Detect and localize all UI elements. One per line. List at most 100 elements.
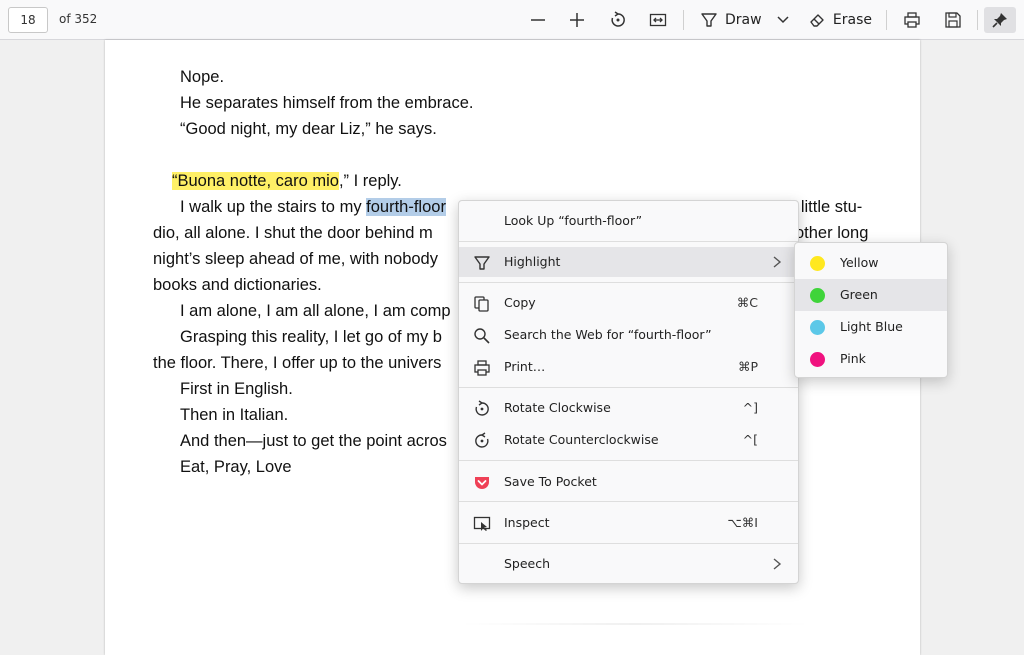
minus-icon <box>531 19 545 21</box>
menu-separator <box>459 241 798 242</box>
draw-options-button[interactable] <box>774 7 792 33</box>
search-icon <box>474 328 490 344</box>
page-count: of 352 <box>59 12 98 26</box>
menu-item-highlight[interactable]: Highlight <box>459 247 798 277</box>
text-line: I am alone, I am all alone, I am comp <box>180 302 451 320</box>
text-line: Then in Italian. <box>180 406 289 424</box>
fit-width-icon <box>649 13 667 27</box>
text-span: I walk up the stairs to my <box>180 198 367 216</box>
text-line: books and dictionaries. <box>153 276 322 294</box>
menu-item-label: Rotate Clockwise <box>504 400 611 415</box>
color-swatch <box>810 352 825 367</box>
toolbar-divider <box>977 10 978 30</box>
highlight-color-light-blue[interactable]: Light Blue <box>795 311 947 343</box>
pen-icon <box>701 13 717 27</box>
menu-item-label: Save To Pocket <box>504 474 597 489</box>
highlight-color-green[interactable]: Green <box>795 279 947 311</box>
color-swatch <box>810 320 825 335</box>
save-icon <box>945 12 961 28</box>
text-line: I walk up the stairs to my fourth-floor <box>180 197 446 217</box>
page-number-input[interactable]: 18 <box>8 7 48 33</box>
printer-icon <box>904 12 920 28</box>
text-line: And then—just to get the point acros <box>180 432 447 450</box>
rotate-counterclockwise-icon <box>475 432 489 448</box>
menu-item-label: Highlight <box>504 254 561 269</box>
menu-separator <box>459 282 798 283</box>
zoom-in-button[interactable] <box>565 7 589 33</box>
chevron-down-icon <box>777 16 789 24</box>
menu-item-save-to-pocket[interactable]: Save To Pocket <box>459 467 798 497</box>
erase-label: Erase <box>832 12 872 28</box>
yellow-highlight[interactable]: “Buona notte, caro mio <box>172 172 339 190</box>
page-shadow <box>460 623 810 625</box>
text-line: Eat, Pray, Love <box>180 458 292 476</box>
text-line: the floor. There, I offer up to the univ… <box>153 354 442 372</box>
menu-item-speech[interactable]: Speech <box>459 549 798 579</box>
chevron-right-icon <box>773 558 782 570</box>
text-line: He separates himself from the embrace. <box>180 94 474 112</box>
menu-item-rotate-clockwise[interactable]: Rotate Clockwise ^] <box>459 393 798 423</box>
draw-label: Draw <box>725 12 762 28</box>
color-label: Pink <box>840 351 866 366</box>
fit-width-button[interactable] <box>646 7 670 33</box>
menu-separator <box>459 460 798 461</box>
color-label: Light Blue <box>840 319 903 334</box>
menu-item-rotate-counterclockwise[interactable]: Rotate Counterclockwise ^[ <box>459 425 798 455</box>
menu-item-label: Search the Web for “fourth-floor” <box>504 327 712 342</box>
draw-button[interactable]: Draw <box>700 7 762 33</box>
menu-item-inspect[interactable]: Inspect ⌥⌘I <box>459 508 798 538</box>
toolbar-divider <box>886 10 887 30</box>
toolbar-divider <box>683 10 684 30</box>
copy-icon <box>474 296 489 312</box>
toolbar: 18 of 352 Draw Erase <box>0 0 1024 40</box>
menu-separator <box>459 387 798 388</box>
text-line: other long <box>795 224 869 242</box>
pin-button[interactable] <box>984 7 1016 33</box>
plus-icon <box>570 13 584 27</box>
highlight-color-yellow[interactable]: Yellow <box>795 247 947 279</box>
rotate-button[interactable] <box>606 7 630 33</box>
inspect-icon <box>473 516 491 531</box>
text-line: “Buona notte, caro mio,” I reply. <box>172 171 402 191</box>
menu-separator <box>459 543 798 544</box>
text-line: dio, all alone. I shut the door behind m <box>153 224 433 242</box>
highlighter-icon <box>474 256 490 270</box>
color-label: Yellow <box>840 255 879 270</box>
rotate-clockwise-icon <box>475 400 489 416</box>
text-line: “Good night, my dear Liz,” he says. <box>180 120 437 138</box>
text-line: First in English. <box>180 380 293 398</box>
pocket-icon <box>475 477 489 489</box>
color-swatch <box>810 288 825 303</box>
save-button[interactable] <box>941 7 965 33</box>
highlight-color-submenu: Yellow Green Light Blue Pink <box>794 242 948 378</box>
zoom-out-button[interactable] <box>526 7 550 33</box>
erase-button[interactable]: Erase <box>808 7 872 33</box>
chevron-right-icon <box>773 256 782 268</box>
shortcut-label: ⌥⌘I <box>727 515 758 530</box>
menu-item-label: Rotate Counterclockwise <box>504 432 659 447</box>
shortcut-label: ^[ <box>742 432 758 447</box>
menu-item-label: Inspect <box>504 515 550 530</box>
text-line: y little stu- <box>788 198 863 216</box>
menu-item-label: Copy <box>504 295 536 310</box>
color-swatch <box>810 256 825 271</box>
menu-item-label: Print… <box>504 359 546 374</box>
shortcut-label: ⌘P <box>737 359 758 374</box>
color-label: Green <box>840 287 878 302</box>
text-selection[interactable]: fourth-floor <box>366 198 446 216</box>
menu-item-label: Speech <box>504 556 551 571</box>
menu-item-look-up[interactable]: Look Up “fourth-floor” <box>459 206 798 236</box>
menu-item-search-web[interactable]: Search the Web for “fourth-floor” <box>459 320 798 350</box>
print-button[interactable] <box>900 7 924 33</box>
highlight-color-pink[interactable]: Pink <box>795 343 947 375</box>
shortcut-label: ^] <box>742 400 758 415</box>
rotate-icon <box>611 11 625 27</box>
pin-icon <box>992 13 1007 28</box>
menu-separator <box>459 501 798 502</box>
text-line: Grasping this reality, I let go of my b <box>180 328 442 346</box>
text-line: Nope. <box>180 68 225 86</box>
shortcut-label: ⌘C <box>736 295 758 310</box>
text-span: ,” I reply. <box>338 172 402 190</box>
menu-item-copy[interactable]: Copy ⌘C <box>459 288 798 318</box>
menu-item-print[interactable]: Print… ⌘P <box>459 352 798 382</box>
